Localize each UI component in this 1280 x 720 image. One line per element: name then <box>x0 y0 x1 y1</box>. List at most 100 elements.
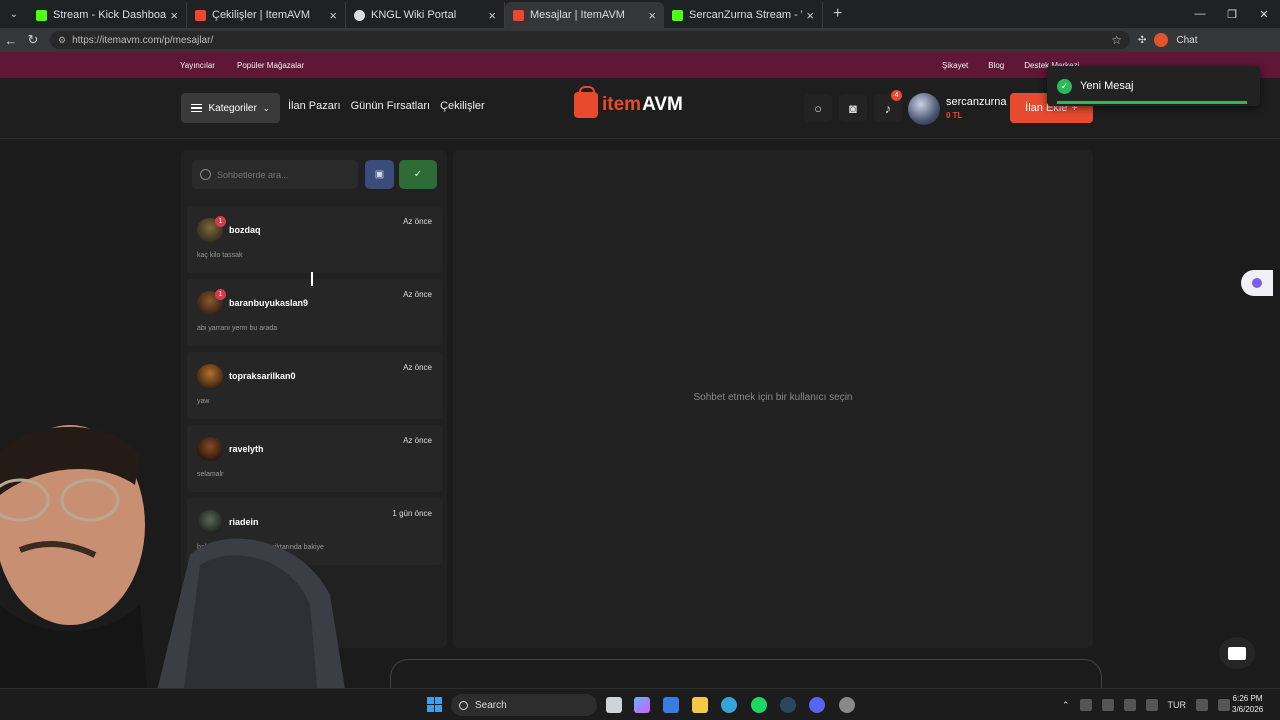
minimize-icon[interactable]: — <box>1184 8 1216 20</box>
username[interactable]: sercanzurna <box>946 96 1007 108</box>
browser-tab-kngl-wiki[interactable]: KNGL Wiki Portal × <box>346 2 505 28</box>
site-info-icon[interactable]: ⚙ <box>58 35 66 46</box>
new-tab-plus-icon[interactable]: + <box>833 5 842 23</box>
chat-extension-label[interactable]: Chat <box>1176 35 1197 46</box>
address-bar-row: ← ↻ ⚙ https://itemavm.com/p/mesajlar/ ☆ … <box>0 28 1280 52</box>
search-icon[interactable]: ○ <box>804 94 832 122</box>
chevron-up-icon[interactable]: ⌃ <box>1062 700 1070 711</box>
spotify-icon[interactable] <box>751 697 767 713</box>
bookmark-star-icon[interactable]: ☆ <box>1111 33 1122 47</box>
store-icon[interactable] <box>663 697 679 713</box>
top-link-streamers[interactable]: Yayıncılar <box>180 61 215 70</box>
logo-text-item: item <box>602 94 642 115</box>
logo-text-avm: AVM <box>642 94 683 115</box>
nav-giveaways[interactable]: Çekilişler <box>440 100 485 112</box>
side-widget-button[interactable] <box>1241 270 1273 296</box>
language-indicator[interactable]: TUR <box>1168 700 1187 710</box>
webcam-overlay <box>0 425 350 720</box>
nav-listing-market[interactable]: İlan Pazarı <box>288 100 341 112</box>
volume-icon[interactable] <box>1218 699 1231 711</box>
tab-title: SercanZurna Stream - Watch Live o <box>689 9 802 21</box>
file-explorer-icon[interactable] <box>692 697 708 713</box>
nav-daily-deals[interactable]: Günün Fırsatları <box>351 100 430 112</box>
browser-tab-strip: ⌄ Stream - Kick Dashboard × Çekilişler |… <box>0 0 1280 28</box>
top-link-complaint[interactable]: Şikayet <box>942 61 968 70</box>
live-chat-button[interactable] <box>1219 637 1255 669</box>
reload-icon[interactable]: ↻ <box>22 32 44 48</box>
conversation-time: Az önce <box>403 436 432 445</box>
categories-button[interactable]: Kategoriler ⌄ <box>181 93 280 123</box>
check-circle-icon: ✓ <box>1057 78 1072 94</box>
close-tab-icon[interactable]: × <box>170 8 178 23</box>
user-avatar[interactable] <box>908 93 940 125</box>
conversation-item[interactable]: 1 bozdaq Az önce kaç kilo tassak <box>187 206 442 273</box>
user-balance: 0 TL <box>946 111 963 120</box>
restore-icon[interactable]: ❐ <box>1216 8 1248 21</box>
taskbar-search-label: Search <box>475 699 507 711</box>
notification-count-badge: 4 <box>891 90 902 101</box>
new-message-toast[interactable]: ✓ Yeni Mesaj <box>1047 66 1260 106</box>
top-link-blog[interactable]: Blog <box>988 61 1004 70</box>
headset-icon[interactable] <box>1079 699 1092 711</box>
conversation-name: bozdaq <box>229 225 261 235</box>
tab-title: Mesajlar | ItemAVM <box>530 9 625 21</box>
itemavm-icon <box>195 9 206 21</box>
url-field[interactable]: ⚙ https://itemavm.com/p/mesajlar/ ☆ <box>50 31 1130 49</box>
chat-bubble-icon <box>1228 646 1246 660</box>
steam-icon[interactable] <box>780 697 796 713</box>
microphone-icon[interactable] <box>1145 699 1158 711</box>
hamburger-icon <box>191 104 203 112</box>
new-chat-button[interactable]: ▣ <box>365 160 394 189</box>
extension-icon[interactable] <box>1154 33 1169 47</box>
chevron-down-icon: ⌄ <box>262 103 270 113</box>
steam-tray-icon[interactable] <box>1101 699 1114 711</box>
unread-badge: 1 <box>215 216 226 227</box>
conversation-name: baranbuyukaslan9 <box>229 298 309 308</box>
browser-tab-mesajlar[interactable]: Mesajlar | ItemAVM × <box>505 2 664 28</box>
close-window-icon[interactable]: ✕ <box>1248 8 1280 21</box>
main-nav: İlan Pazarı Günün Fırsatları Çekilişler <box>288 100 485 112</box>
conversation-item[interactable]: 1 baranbuyukaslan9 Az önce abi yarranı y… <box>187 279 442 346</box>
kick-icon <box>36 9 47 21</box>
windows-start-icon[interactable] <box>427 697 442 712</box>
assistant-icon <box>1252 278 1262 288</box>
edge-browser-icon[interactable] <box>721 697 737 713</box>
close-tab-icon[interactable]: × <box>329 8 337 23</box>
extensions-puzzle-icon[interactable]: ✣ <box>1138 35 1146 46</box>
top-link-popular-stores[interactable]: Popüler Mağazalar <box>237 61 304 70</box>
itemavm-icon <box>513 9 524 21</box>
screen: ⌄ Stream - Kick Dashboard × Çekilişler |… <box>0 0 1280 720</box>
clock-time: 6:26 PM <box>1232 694 1263 703</box>
task-view-icon[interactable] <box>606 697 622 713</box>
back-arrow-icon[interactable]: ← <box>0 33 22 48</box>
close-tab-icon[interactable]: × <box>806 8 814 23</box>
close-tab-icon[interactable]: × <box>648 8 656 23</box>
support-headset-icon[interactable]: ◙ <box>839 94 867 122</box>
chat-bubble-icon: ▣ <box>374 169 385 180</box>
conversation-search-input[interactable] <box>217 169 347 180</box>
browser-tab-kick-dashboard[interactable]: Stream - Kick Dashboard × <box>28 2 187 28</box>
categories-label: Kategoriler <box>208 102 257 114</box>
conversation-search[interactable] <box>192 160 358 189</box>
window-controls: — ❐ ✕ <box>1184 0 1280 28</box>
site-logo[interactable]: item AVM <box>574 86 683 118</box>
browser-tab-cekilisler[interactable]: Çekilişler | ItemAVM × <box>187 2 346 28</box>
browser-tab-kick-stream[interactable]: SercanZurna Stream - Watch Live o × <box>664 2 823 28</box>
taskbar-clock[interactable]: 6:26 PM 3/6/2026 <box>1232 693 1263 715</box>
notification-bell-icon[interactable]: ♪ 4 <box>874 90 902 122</box>
system-tray: ⌃ TUR <box>1062 689 1231 720</box>
network-icon[interactable] <box>1123 699 1136 711</box>
url-text: https://itemavm.com/p/mesajlar/ <box>72 34 214 46</box>
taskbar-search[interactable]: Search <box>451 694 597 716</box>
app-icon[interactable] <box>839 697 855 713</box>
conversation-name: topraksarilkan0 <box>229 371 296 381</box>
mark-all-read-button[interactable]: ✓ <box>399 160 437 189</box>
display-icon[interactable] <box>1196 699 1209 711</box>
copilot-icon[interactable] <box>634 697 650 713</box>
conversation-item[interactable]: topraksarilkan0 Az önce yaw <box>187 352 442 419</box>
tab-search-icon[interactable]: ⌄ <box>4 4 24 24</box>
close-tab-icon[interactable]: × <box>488 8 496 23</box>
toast-progress-bar <box>1057 101 1247 104</box>
discord-icon[interactable] <box>809 697 825 713</box>
conversation-preview: abi yarranı yerm bu arada <box>197 325 278 332</box>
